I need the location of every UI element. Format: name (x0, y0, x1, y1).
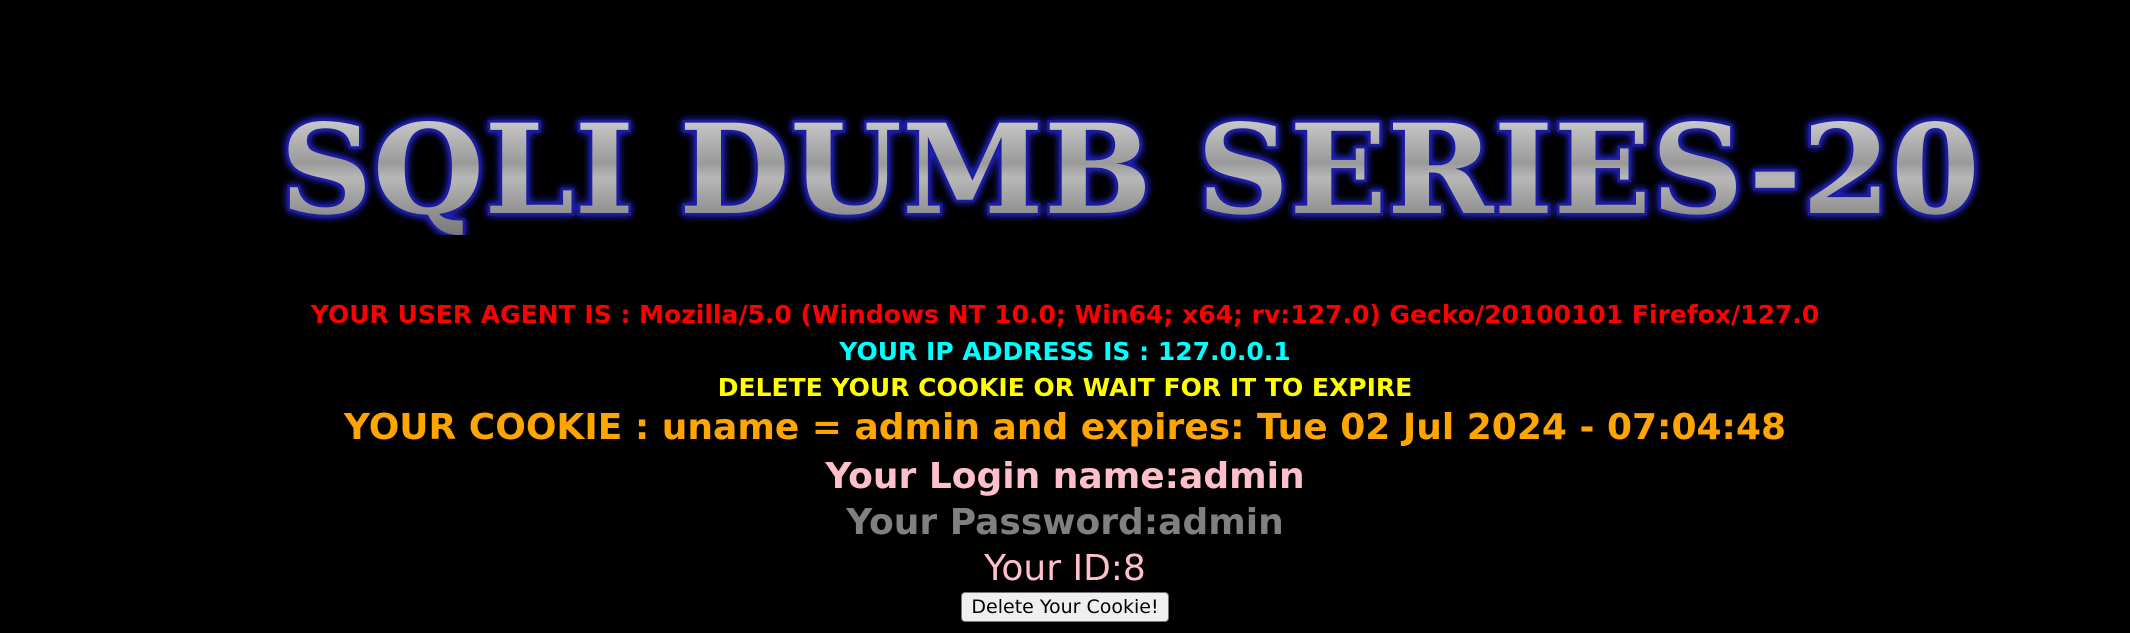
user-id-text: Your ID:8 (984, 548, 1146, 589)
cookie-text: YOUR COOKIE : uname = admin and expires:… (343, 407, 1787, 448)
password-text: Your Password:admin (846, 502, 1284, 543)
title-banner-svg: SQLI DUMB SERIES-20 (278, 96, 1983, 236)
page: SQLI DUMB SERIES-20 YOUR USER AGENT IS :… (0, 0, 2130, 633)
title-banner-image: SQLI DUMB SERIES-20 (270, 95, 1990, 236)
title-banner-text: SQLI DUMB SERIES-20 (280, 98, 1980, 235)
delete-cookie-button[interactable]: Delete Your Cookie! (961, 592, 1169, 622)
user-agent-text: YOUR USER AGENT IS : Mozilla/5.0 (Window… (310, 300, 1820, 329)
delete-cookie-notice: DELETE YOUR COOKIE OR WAIT FOR IT TO EXP… (717, 373, 1413, 402)
delete-cookie-form: Delete Your Cookie! (0, 592, 2130, 622)
ip-address-text: YOUR IP ADDRESS IS : 127.0.0.1 (839, 337, 1291, 366)
login-name-text: Your Login name:admin (825, 456, 1305, 497)
